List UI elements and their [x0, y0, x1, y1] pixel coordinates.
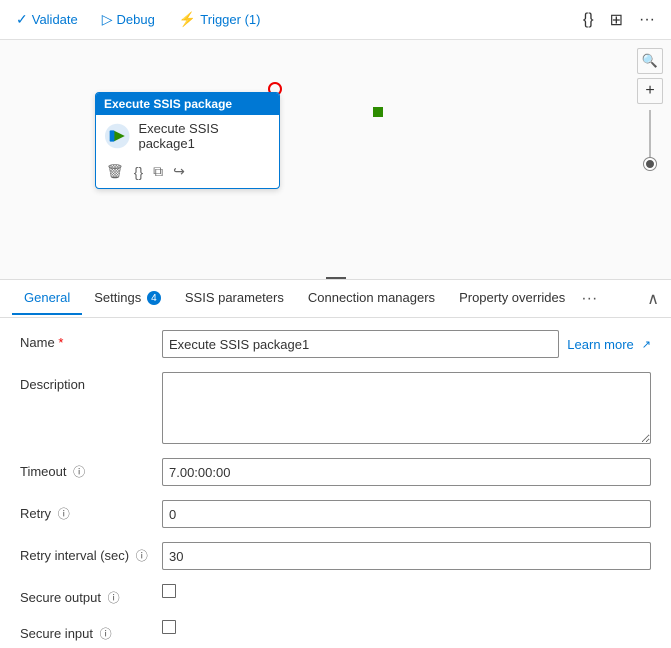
copy-button[interactable]: ⧉	[151, 161, 165, 182]
description-textarea[interactable]	[162, 372, 651, 444]
tab-settings-label: Settings	[94, 290, 141, 305]
properties-panel: General Settings 4 SSIS parameters Conne…	[0, 280, 671, 648]
activity-card-body: Execute SSIS package1	[96, 115, 279, 157]
grid-button[interactable]: ⊞	[606, 8, 627, 32]
tab-property-overrides[interactable]: Property overrides	[447, 282, 577, 315]
activity-card-name: Execute SSIS package1	[138, 121, 271, 151]
retry-interval-row: Retry interval (sec) ⓘ	[20, 542, 651, 570]
more-button[interactable]: ···	[635, 8, 659, 32]
name-label: Name *	[20, 330, 150, 350]
tab-connection-managers-label: Connection managers	[308, 290, 435, 305]
tab-ssis-parameters[interactable]: SSIS parameters	[173, 282, 296, 315]
collapse-bar[interactable]	[326, 277, 346, 279]
retry-interval-info-icon[interactable]: ⓘ	[136, 549, 148, 563]
timeout-label: Timeout ⓘ	[20, 458, 150, 480]
trigger-icon: ⚡	[179, 11, 196, 28]
zoom-controls: 🔍 +	[637, 48, 663, 172]
retry-interval-control-wrap	[162, 542, 651, 570]
zoom-in-button[interactable]: +	[637, 78, 663, 104]
toolbar: ✓ Validate ▷ Debug ⚡ Trigger (1) {} ⊞ ··…	[0, 0, 671, 40]
activity-card-header: Execute SSIS package	[96, 93, 279, 115]
tab-ssis-parameters-label: SSIS parameters	[185, 290, 284, 305]
secure-input-checkbox[interactable]	[162, 620, 176, 634]
secure-output-label: Secure output ⓘ	[20, 584, 150, 606]
retry-row: Retry ⓘ	[20, 500, 651, 528]
name-control-wrap: Learn more ↗	[162, 330, 651, 358]
activity-card-title: Execute SSIS package	[104, 97, 232, 111]
zoom-thumb	[644, 158, 656, 170]
secure-input-label: Secure input ⓘ	[20, 620, 150, 642]
activity-card[interactable]: Execute SSIS package Execute SSIS packag…	[95, 92, 280, 189]
tab-connection-managers[interactable]: Connection managers	[296, 282, 447, 315]
zoom-slider[interactable]	[649, 110, 651, 170]
name-input[interactable]	[162, 330, 559, 358]
retry-interval-label: Retry interval (sec) ⓘ	[20, 542, 150, 564]
debug-label: Debug	[117, 12, 155, 27]
tab-general[interactable]: General	[12, 282, 82, 315]
external-link-icon: ↗	[642, 338, 651, 351]
timeout-input[interactable]	[162, 458, 651, 486]
name-required: *	[58, 335, 63, 350]
tabs-more-button[interactable]: ···	[581, 290, 597, 308]
tab-property-overrides-label: Property overrides	[459, 290, 565, 305]
validate-icon: ✓	[16, 11, 28, 28]
timeout-row: Timeout ⓘ	[20, 458, 651, 486]
secure-input-control-wrap	[162, 620, 651, 634]
toolbar-right: {} ⊞ ···	[579, 8, 659, 32]
trigger-label: Trigger (1)	[200, 12, 260, 27]
name-row: Name * Learn more ↗	[20, 330, 651, 358]
link-button[interactable]: ↪	[171, 161, 187, 182]
timeout-control-wrap	[162, 458, 651, 486]
retry-control-wrap	[162, 500, 651, 528]
secure-input-info-icon[interactable]: ⓘ	[100, 627, 112, 641]
validate-button[interactable]: ✓ Validate	[12, 9, 82, 30]
code-button[interactable]: {}	[579, 8, 598, 32]
debug-icon: ▷	[102, 11, 113, 28]
secure-output-info-icon[interactable]: ⓘ	[108, 591, 120, 605]
retry-input[interactable]	[162, 500, 651, 528]
secure-output-checkbox[interactable]	[162, 584, 176, 598]
ssis-activity-icon	[104, 122, 130, 150]
output-connector	[373, 107, 383, 117]
tab-settings[interactable]: Settings 4	[82, 282, 173, 316]
learn-more-link[interactable]: Learn more	[567, 337, 633, 352]
canvas: Execute SSIS package Execute SSIS packag…	[0, 40, 671, 280]
secure-output-control-wrap	[162, 584, 651, 598]
secure-output-row: Secure output ⓘ	[20, 584, 651, 606]
zoom-search-button[interactable]: 🔍	[637, 48, 663, 74]
secure-input-row: Secure input ⓘ	[20, 620, 651, 642]
retry-label: Retry ⓘ	[20, 500, 150, 522]
activity-card-footer: 🗑 {} ⧉ ↪	[96, 157, 279, 188]
trigger-button[interactable]: ⚡ Trigger (1)	[175, 9, 265, 30]
form-area: Name * Learn more ↗ Description Timeout …	[0, 318, 671, 648]
json-button[interactable]: {}	[132, 162, 145, 182]
debug-button[interactable]: ▷ Debug	[98, 9, 159, 30]
description-control-wrap	[162, 372, 651, 444]
tabs-collapse-button[interactable]: ∧	[647, 289, 659, 309]
timeout-info-icon[interactable]: ⓘ	[73, 465, 85, 479]
description-label: Description	[20, 372, 150, 392]
retry-info-icon[interactable]: ⓘ	[58, 507, 70, 521]
retry-interval-input[interactable]	[162, 542, 651, 570]
tab-general-label: General	[24, 290, 70, 305]
tabs-bar: General Settings 4 SSIS parameters Conne…	[0, 280, 671, 318]
settings-badge: 4	[147, 291, 161, 305]
validate-label: Validate	[32, 12, 78, 27]
delete-button[interactable]: 🗑	[104, 161, 126, 182]
description-row: Description	[20, 372, 651, 444]
collapse-icon	[326, 277, 346, 279]
